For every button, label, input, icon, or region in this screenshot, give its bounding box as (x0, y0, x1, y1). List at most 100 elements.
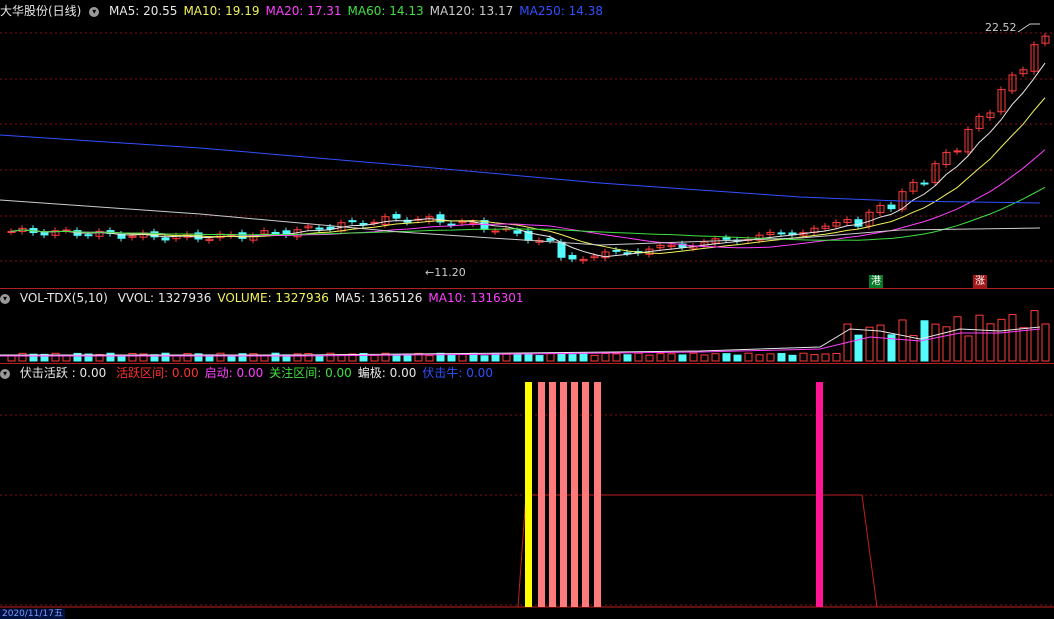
volume-bar-down (271, 352, 280, 362)
volume-bar-down (579, 352, 588, 362)
volume-bar-up (810, 354, 819, 362)
indicator-panel[interactable]: ▾ 伏击活跃 : 0.00 活跃区间: 0.00 启动: 0.00 关注区间: 0.… (0, 364, 1054, 619)
date-label: 2020/11/17五 (0, 609, 65, 619)
candle-down (271, 231, 280, 234)
volume-bar-up (865, 326, 874, 362)
volume-bar-down (513, 353, 522, 362)
ambush-signal-bar (816, 382, 823, 607)
candle-down (348, 220, 357, 223)
volume-bar-down (623, 354, 632, 362)
volume-bar-up (216, 352, 225, 362)
volume-bar-down (568, 354, 577, 362)
low-price-label: ←11.20 (425, 266, 466, 279)
volume-bar-up (656, 353, 665, 362)
ma-value-2: MA20: 17.31 (265, 4, 342, 18)
candle-down (568, 254, 577, 260)
volume-bar-down (161, 352, 170, 362)
volume-bar-up (931, 323, 940, 362)
volume-value-1: VOLUME: 1327936 (217, 291, 329, 305)
candle-down (546, 238, 555, 241)
ma-legend: MA5: 20.55 MA10: 19.19 MA20: 17.31 MA60: 14… (109, 4, 609, 18)
volume-bar-up (645, 354, 654, 362)
volume-bar-up (909, 335, 918, 362)
volume-bar-down (106, 352, 115, 362)
active-signal-bar (594, 382, 601, 607)
candlestick-chart[interactable] (0, 0, 1054, 288)
ma5-line (10, 62, 1046, 258)
volume-header: ▾ VOL-TDX(5,10) VVOL: 1327936 VOLUME: 132… (0, 289, 536, 307)
dropdown-caret-icon[interactable]: ▾ (89, 6, 100, 17)
candle-down (920, 182, 929, 185)
volume-bar-down (788, 354, 797, 362)
volume-bar-up (700, 354, 709, 362)
volume-value-3: MA10: 1316301 (428, 291, 524, 305)
volume-bar-up (799, 352, 808, 362)
high-pointer (1017, 23, 1040, 33)
limit-up-tag: 涨 (973, 275, 987, 289)
active-signal-bar (549, 382, 556, 607)
indicator-value-2: 关注区间: 0.00 (269, 366, 352, 380)
volume-bar-up (425, 355, 434, 362)
volume-bar-up (7, 355, 16, 362)
candle-down (612, 249, 621, 252)
indicator-chart[interactable] (0, 364, 1054, 617)
volume-bar-down (733, 354, 742, 362)
active-signal-bar (560, 382, 567, 607)
volume-bar-down (480, 355, 489, 362)
price-panel[interactable]: 大华股份(日线) ▾ MA5: 20.55 MA10: 19.19 MA20: 17… (0, 0, 1054, 289)
candle-down (40, 231, 49, 236)
volume-panel[interactable]: ▾ VOL-TDX(5,10) VVOL: 1327936 VOLUME: 132… (0, 289, 1054, 363)
indicator-legend: 活跃区间: 0.00 启动: 0.00 关注区间: 0.00 蝙极: 0.00 伏击牛:… (116, 366, 499, 380)
indicator-value-0: 活跃区间: 0.00 (116, 366, 199, 380)
candle-down (557, 241, 566, 258)
volume-bar-up (1008, 314, 1017, 362)
volume-bar-up (953, 316, 962, 362)
candle-down (84, 234, 93, 237)
candle-down (315, 227, 324, 230)
ma-value-1: MA10: 19.19 (183, 4, 260, 18)
candle-up (491, 230, 500, 233)
volume-value-2: MA5: 1365126 (334, 291, 423, 305)
volume-bar-up (546, 352, 555, 362)
dropdown-caret-icon[interactable]: ▾ (0, 293, 10, 304)
volume-bar-down (535, 355, 544, 362)
volume-bar-up (18, 352, 27, 362)
volume-bar-up (370, 354, 379, 362)
volume-bar-up (986, 323, 995, 362)
volume-bar-up (997, 318, 1006, 362)
volume-bar-up (766, 353, 775, 362)
volume-legend: VVOL: 1327936 VOLUME: 1327936 MA5: 1365126… (118, 291, 530, 305)
indicator-value-4: 伏击牛: 0.00 (422, 366, 493, 380)
ma250-line (0, 134, 1041, 204)
indicator-header: ▾ 伏击活跃 : 0.00 活跃区间: 0.00 启动: 0.00 关注区间: 0.… (0, 364, 505, 382)
high-price-label: 22.52 (985, 21, 1017, 34)
volume-bar-up (964, 335, 973, 362)
volume-bar-up (755, 354, 764, 362)
price-header: 大华股份(日线) ▾ MA5: 20.55 MA10: 19.19 MA20: 17… (0, 2, 615, 20)
volume-bar-down (557, 353, 566, 362)
volume-bar-up (51, 352, 60, 362)
indicator-value-3: 蝙极: 0.00 (357, 366, 417, 380)
volume-bar-up (1019, 327, 1028, 362)
candle-down (722, 237, 731, 240)
volume-bar-up (711, 353, 720, 362)
candle-up (953, 150, 962, 153)
volume-value-0: VVOL: 1327936 (117, 291, 212, 305)
volume-title: VOL-TDX(5,10) (19, 291, 108, 305)
volume-bar-up (898, 319, 907, 362)
volume-bar-up (975, 314, 984, 362)
candle-down (447, 223, 456, 226)
dropdown-caret-icon[interactable]: ▾ (0, 368, 10, 379)
volume-bar-up (689, 352, 698, 362)
volume-bar-up (458, 353, 467, 362)
volume-bar-up (744, 352, 753, 362)
candle-down (161, 237, 170, 241)
active-signal-bar (582, 382, 589, 607)
start-signal-bar (525, 382, 532, 607)
volume-bar-up (821, 353, 830, 362)
ma-value-4: MA120: 13.17 (429, 4, 514, 18)
ma-value-0: MA5: 20.55 (109, 4, 178, 18)
ma-value-3: MA60: 14.13 (347, 4, 424, 18)
volume-bar-up (502, 353, 511, 362)
low-price-value: 11.20 (434, 266, 466, 279)
